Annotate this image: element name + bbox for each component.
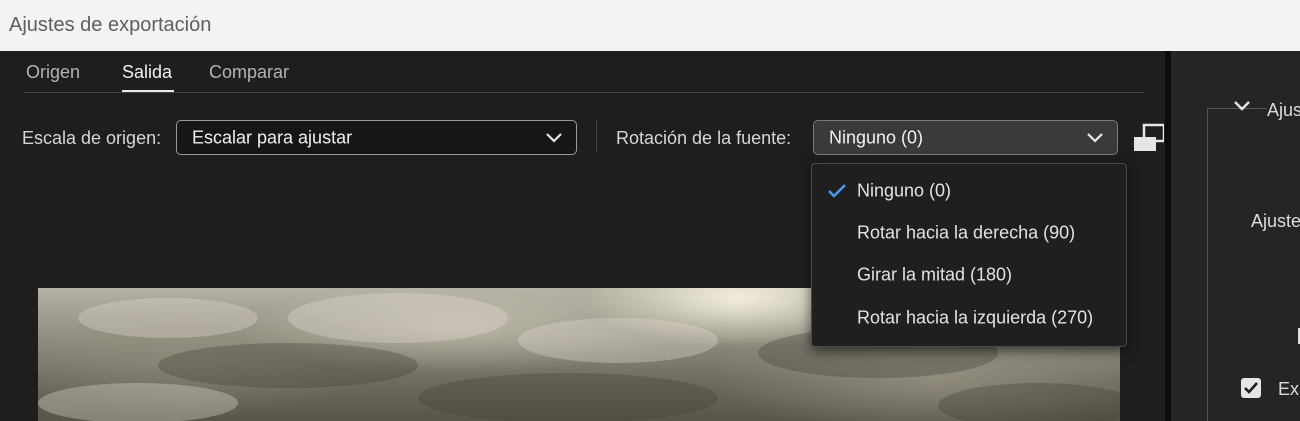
menu-item-ninguno[interactable]: Ninguno (0) [812, 170, 1126, 212]
chevron-down-icon [546, 132, 562, 143]
active-tab-indicator [122, 90, 174, 92]
window-titlebar: Ajustes de exportación [0, 0, 1300, 51]
crop-frame-icon[interactable] [1134, 123, 1164, 153]
menu-item-label: Rotar hacia la izquierda (270) [857, 307, 1094, 328]
settings-row-label: Ajuste [1251, 211, 1300, 231]
tab-salida[interactable]: Salida [122, 62, 172, 83]
tab-comparar[interactable]: Comparar [209, 62, 289, 83]
menu-item-rotate-left[interactable]: Rotar hacia la izquierda (270) [812, 297, 1126, 339]
menu-item-rotate-right[interactable]: Rotar hacia la derecha (90) [812, 212, 1126, 254]
rotation-options-menu: Ninguno (0) Rotar hacia la derecha (90) … [811, 163, 1127, 347]
source-scale-value: Escalar para ajustar [192, 127, 353, 147]
checkmark-icon [828, 184, 846, 198]
tab-origen[interactable]: Origen [26, 62, 80, 83]
toolbar-separator [596, 121, 597, 151]
section-title[interactable]: Ajus [1267, 100, 1300, 121]
source-scale-label: Escala de origen: [22, 128, 162, 148]
menu-item-rotate-half[interactable]: Girar la mitad (180) [812, 254, 1126, 296]
tabs-divider [24, 92, 1144, 93]
chevron-down-icon [1087, 132, 1103, 143]
menu-item-label: Rotar hacia la derecha (90) [857, 222, 1076, 243]
source-rotation-dropdown[interactable]: Ninguno (0) [813, 120, 1118, 155]
source-scale-dropdown[interactable]: Escalar para ajustar [176, 120, 577, 155]
chevron-down-icon[interactable] [1234, 100, 1250, 112]
source-rotation-value: Ninguno (0) [829, 127, 924, 147]
source-rotation-label: Rotación de la fuente: [616, 128, 792, 148]
menu-item-label: Girar la mitad (180) [857, 264, 1013, 285]
export-checkbox[interactable] [1241, 378, 1261, 398]
settings-sidebar: Ajus Ajuste Ex [1171, 51, 1300, 421]
section-border [1207, 108, 1208, 421]
checkmark-icon [1244, 382, 1258, 394]
window-title: Ajustes de exportación [9, 14, 212, 36]
menu-item-label: Ninguno (0) [857, 180, 952, 201]
export-checkbox-label: Ex [1278, 379, 1300, 399]
